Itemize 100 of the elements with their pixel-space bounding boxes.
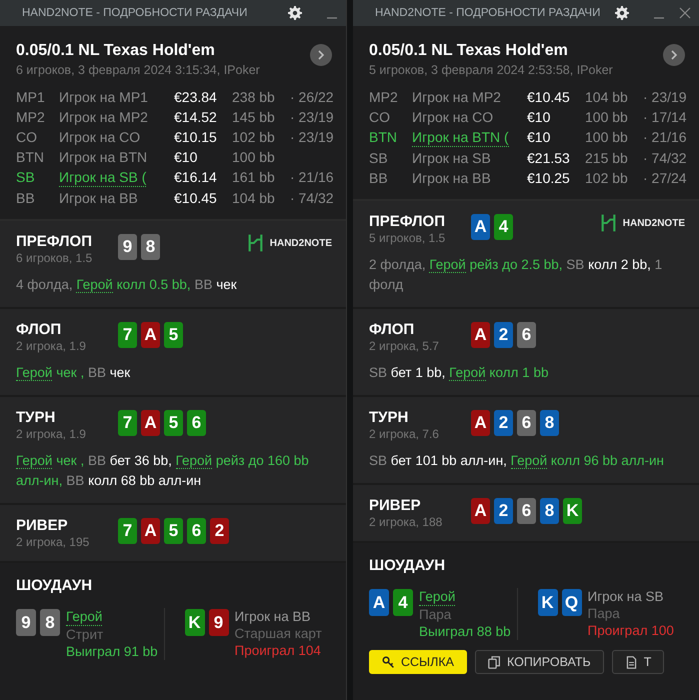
playing-card: K [563,498,582,524]
street-info: 5 игроков, 1.5 [369,231,446,245]
playing-card: 4 [393,589,413,616]
playing-card: 9 [16,609,36,636]
logo-text: HAND2NOTE [270,238,332,248]
player-stats: · 21/16 [290,169,334,187]
player-bb: 100 bb [585,109,629,126]
hand-info: 5 игроков, 3 февраля 2024 2:53:58, IPoker [369,63,613,77]
player-name: Игрок на BB [59,190,139,207]
playing-card: A [141,410,160,436]
playing-card: 6 [187,410,206,436]
street-title: ФЛОП [369,321,416,338]
street-title: РИВЕР [16,517,69,534]
action-line: SB бет 101 bb алл-ин, Герой колл 96 bb алл-ин [369,452,665,471]
action-line: 2 фолда, Герой рейз до 2.5 bb, SB колл 2 bb, 1 фолд [369,256,664,294]
hero-link[interactable]: Герой [449,365,486,381]
showdown-title: ШОУДАУН [16,577,94,594]
player-name[interactable]: Герой [419,588,456,606]
player-stack: €10.45 [527,89,571,106]
player-stack: €16.14 [174,169,218,187]
player-stats: · 17/14 [643,109,687,126]
player-name[interactable]: Игрок на SB ( [59,169,146,187]
player-stack: €21.53 [527,150,571,167]
playing-card: 8 [540,410,559,436]
playing-card: 2 [494,410,513,436]
action-line: 4 фолда, Герой колл 0.5 bb, BB чек [16,276,238,295]
window-title: HAND2NOTE - ПОДРОБНОСТИ РАЗДАЧИ [375,7,601,19]
player-bb: 100 bb [232,149,276,166]
street-info: 2 игрока, 1.9 [16,427,87,441]
playing-card: A [141,322,160,348]
player-bb: 104 bb [232,190,276,207]
player-position: MP1 [16,89,46,106]
hero-link[interactable]: Герой [429,257,466,273]
player-name: Игрок на SB [588,588,664,605]
player-name[interactable]: Герой [66,608,102,626]
playing-card: A [471,498,490,524]
playing-card: 6 [517,322,536,348]
playing-card: 5 [164,410,183,436]
street-info: 2 игрока, 7.6 [369,427,440,441]
hero-link[interactable]: Герой [176,453,212,469]
copy-icon [488,656,501,668]
player-name: Игрок на SB [412,150,492,167]
player-stack: €10 [527,129,552,147]
hand-result: Выиграл 88 bb [419,623,511,640]
logo-icon [246,233,264,253]
player-stats: · 27/24 [643,170,687,187]
street-info: 6 игроков, 1.5 [16,251,94,265]
playing-card: A [471,322,490,348]
playing-card: 6 [517,498,536,524]
settings-icon[interactable] [288,6,302,20]
player-bb: 215 bb [585,150,629,167]
player-name: Игрок на MP1 [59,89,149,106]
logo-icon [600,213,617,233]
showdown-title: ШОУДАУН [369,557,446,574]
player-position: CO [369,109,391,126]
player-stack: €10.15 [174,129,218,146]
playing-card: 7 [118,322,137,348]
player-name[interactable]: Игрок на BTN ( [412,129,509,147]
settings-icon[interactable] [615,6,629,20]
player-stats: · 23/19 [643,89,687,106]
player-stack: €10 [174,149,198,166]
hand-rank: Старшая карт [234,625,322,642]
hero-link[interactable]: Герой [76,277,113,293]
key-icon [382,656,395,668]
player-name: Игрок на MP2 [412,89,502,106]
player-bb: 104 bb [585,89,629,106]
playing-card: 9 [118,234,137,260]
player-name: Игрок на CO [412,109,494,126]
hero-link[interactable]: Герой [16,365,52,381]
window-title: HAND2NOTE - ПОДРОБНОСТИ РАЗДАЧИ [22,7,248,19]
street-info: 2 игрока, 1.9 [16,339,87,353]
hand-rank: Стрит [66,626,104,643]
player-position: BB [16,190,36,207]
playing-card: 8 [540,498,559,524]
playing-card: A [369,589,389,616]
hand-info: 6 игроков, 3 февраля 2024 3:15:34, IPoker [16,63,260,77]
link-button[interactable]: ССЫЛКА [369,650,467,674]
close-icon[interactable] [679,7,691,19]
player-position: SB [16,169,36,187]
hero-link[interactable]: Герой [510,453,548,469]
player-stats: · 23/19 [290,129,334,146]
text-button[interactable]: Т [612,650,664,674]
game-title: 0.05/0.1 NL Texas Hold'em [16,42,216,60]
player-position: BTN [369,129,398,147]
player-name: Игрок на BB [412,170,492,187]
playing-card: K [184,609,204,636]
playing-card: 9 [208,609,228,636]
playing-card: K [538,589,558,616]
player-position: BB [369,170,389,187]
player-stack: €10.45 [174,190,218,207]
player-bb: 161 bb [232,169,276,187]
player-bb: 100 bb [585,129,629,147]
player-position: BTN [16,149,45,166]
player-stats: · 74/32 [643,150,687,167]
street-title: ПРЕФЛОП [16,233,93,250]
playing-card: 2 [494,498,513,524]
playing-card: 5 [164,322,183,348]
playing-card: 6 [517,410,536,436]
hero-link[interactable]: Герой [16,453,52,469]
copy-button[interactable]: КОПИРОВАТЬ [474,650,604,674]
